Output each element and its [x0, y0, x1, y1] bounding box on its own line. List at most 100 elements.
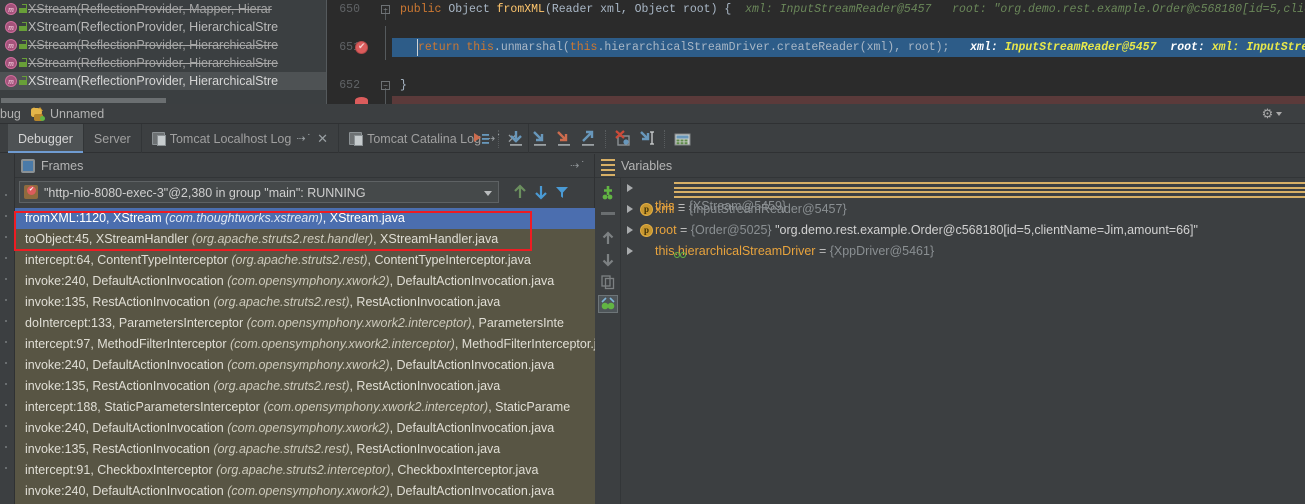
debug-tabs: Debugger Server Tomcat Localhost Log ⇢˙ …	[8, 124, 529, 153]
move-frame-down-button[interactable]	[532, 183, 550, 201]
chevron-down-icon	[484, 191, 492, 196]
tab-server[interactable]: Server	[84, 124, 142, 153]
evaluate-expression-icon[interactable]	[671, 128, 693, 150]
frame-row[interactable]: intercept:91, CheckboxInterceptor (org.a…	[15, 460, 595, 481]
frame-file: , RestActionInvocation.java	[349, 379, 500, 393]
show-execution-point-icon[interactable]	[470, 128, 492, 150]
lock-public-icon	[19, 22, 27, 31]
move-down-icon[interactable]	[600, 252, 616, 268]
frame-row[interactable]: intercept:188, StaticParametersIntercept…	[15, 397, 595, 418]
variables-toolbar	[595, 178, 621, 504]
expand-twisty-icon[interactable]	[627, 247, 633, 255]
frame-row[interactable]: invoke:240, DefaultActionInvocation (com…	[15, 418, 595, 439]
tab-tomcat-localhost-log[interactable]: Tomcat Localhost Log ⇢˙ ✕	[142, 124, 339, 153]
variables-list[interactable]: this = {XStream@5459} p xml = {InputStre…	[621, 178, 1305, 504]
completion-horizontal-scrollbar[interactable]	[0, 97, 327, 104]
expand-twisty-icon[interactable]	[627, 184, 633, 192]
code-editor[interactable]: 650 − public Object fromXML(Reader xml, …	[0, 0, 1305, 104]
expand-twisty-icon[interactable]	[627, 205, 633, 213]
step-into-icon[interactable]	[529, 128, 551, 150]
frame-method: intercept:188, StaticParametersIntercept…	[25, 400, 263, 414]
tab-debugger[interactable]: Debugger	[8, 124, 84, 153]
variable-string-value: "org.demo.rest.example.Order@c568180[id=…	[772, 223, 1198, 237]
drop-frame-icon[interactable]	[612, 128, 634, 150]
completion-item-selected[interactable]: m XStream(ReflectionProvider, Hierarchic…	[0, 72, 326, 90]
detach-tab-icon[interactable]: ⇢˙	[296, 132, 312, 146]
left-gutter-rail	[0, 154, 15, 504]
inspect-icon[interactable]	[598, 295, 618, 313]
code-completion-popup[interactable]: m XStream(ReflectionProvider, Mapper, Hi…	[0, 0, 327, 104]
variable-name: xml	[655, 202, 674, 216]
variable-row[interactable]: p root = {Order@5025} "org.demo.rest.exa…	[621, 220, 1305, 241]
frame-row[interactable]: invoke:240, DefaultActionInvocation (com…	[15, 271, 595, 292]
lock-public-icon	[19, 76, 27, 85]
frame-row[interactable]: intercept:64, ContentTypeInterceptor (or…	[15, 250, 595, 271]
frame-package: (com.opensymphony.xwork2)	[227, 421, 389, 435]
add-watch-icon[interactable]	[600, 184, 617, 201]
debug-titlebar: bug Unnamed ⚙	[0, 104, 1305, 124]
frame-method: doIntercept:133, ParametersInterceptor	[25, 316, 247, 330]
breakpoint-icon[interactable]	[355, 97, 368, 104]
filter-frames-button[interactable]	[553, 183, 571, 201]
force-step-into-icon[interactable]	[553, 128, 575, 150]
frame-row[interactable]: invoke:240, DefaultActionInvocation (com…	[15, 481, 595, 502]
frame-row[interactable]: invoke:135, RestActionInvocation (org.ap…	[15, 376, 595, 397]
tab-label: Server	[94, 132, 131, 146]
inline-debug-hint: xml: InputStreamReader@5457 root: "org.d…	[1212, 41, 1305, 54]
move-up-icon[interactable]	[600, 230, 616, 246]
expand-twisty-icon[interactable]	[627, 226, 633, 234]
completion-item[interactable]: m XStream(ReflectionProvider, Hierarchic…	[0, 54, 326, 72]
frame-row[interactable]: invoke:135, RestActionInvocation (org.ap…	[15, 439, 595, 460]
frame-method: invoke:240, DefaultActionInvocation	[25, 421, 227, 435]
object-icon	[674, 182, 1305, 198]
thread-suspended-icon	[24, 185, 38, 199]
remove-watch-icon[interactable]	[601, 212, 615, 215]
frame-package: (com.opensymphony.xwork2.interceptor)	[263, 400, 488, 414]
frame-method: intercept:91, CheckboxInterceptor	[25, 463, 216, 477]
completion-item[interactable]: m XStream(ReflectionProvider, Hierarchic…	[0, 36, 326, 54]
variable-row[interactable]: this = {XStream@5459}	[621, 178, 1305, 199]
run-to-cursor-icon[interactable]	[636, 128, 658, 150]
frames-panel-header: Frames ⇢˙	[15, 154, 594, 178]
frame-method: intercept:97, MethodFilterInterceptor	[25, 337, 230, 351]
frame-row[interactable]: toObject:45, XStreamHandler (org.apache.…	[15, 229, 595, 250]
settings-button[interactable]: ⚙	[1261, 106, 1287, 122]
step-over-icon[interactable]	[505, 128, 527, 150]
breakpoint-line-highlight	[392, 96, 1305, 104]
thread-label: "http-nio-8080-exec-3"@2,380 in group "m…	[44, 185, 366, 201]
frame-package: (org.apache.struts2.rest)	[213, 442, 349, 456]
variable-row[interactable]: this.hierarchicalStreamDriver = {XppDriv…	[621, 241, 1305, 262]
thread-select[interactable]: "http-nio-8080-exec-3"@2,380 in group "m…	[19, 181, 499, 203]
frame-row[interactable]: invoke:135, RestActionInvocation (org.ap…	[15, 292, 595, 313]
frame-package: (com.opensymphony.xwork2)	[227, 274, 389, 288]
inline-debug-hint: xml: InputStreamReader@5457 root: "org.d…	[745, 3, 1305, 16]
line-number: 650	[330, 0, 360, 19]
parameter-icon: p	[640, 203, 653, 216]
variable-value: {Order@5025}	[691, 223, 772, 237]
move-frame-up-button[interactable]	[511, 183, 529, 201]
frame-file: , CheckboxInterceptor.java	[390, 463, 538, 477]
fold-marker-icon[interactable]: −	[381, 81, 390, 90]
breakpoint-verified-icon[interactable]	[355, 41, 368, 54]
variable-row[interactable]: p xml = {InputStreamReader@5457}	[621, 199, 1305, 220]
copy-icon[interactable]	[600, 274, 616, 290]
code-line-text: }	[400, 76, 407, 95]
frame-row[interactable]: invoke:240, DefaultActionInvocation (com…	[15, 355, 595, 376]
frame-file: , DefaultActionInvocation.java	[390, 358, 555, 372]
frame-file: , DefaultActionInvocation.java	[390, 274, 555, 288]
frame-file: , MethodFilterInterceptor.java	[455, 337, 595, 351]
frames-panel: Frames ⇢˙ "http-nio-8080-exec-3"@2,380 i…	[15, 154, 595, 504]
fold-marker-icon[interactable]: −	[381, 5, 390, 14]
frames-list[interactable]: fromXML:1120, XStream (com.thoughtworks.…	[15, 208, 595, 504]
completion-item-label: XStream(ReflectionProvider, Hierarchical…	[28, 38, 278, 52]
frame-method: invoke:240, DefaultActionInvocation	[25, 358, 227, 372]
completion-item[interactable]: m XStream(ReflectionProvider, Hierarchic…	[0, 18, 326, 36]
variable-name: root	[655, 223, 677, 237]
step-out-icon[interactable]	[577, 128, 599, 150]
frame-row-selected[interactable]: fromXML:1120, XStream (com.thoughtworks.…	[15, 208, 595, 229]
close-tab-icon[interactable]: ✕	[317, 131, 328, 147]
detach-panel-icon[interactable]: ⇢˙	[570, 159, 586, 173]
completion-item[interactable]: m XStream(ReflectionProvider, Mapper, Hi…	[0, 0, 326, 18]
frame-row[interactable]: doIntercept:133, ParametersInterceptor (…	[15, 313, 595, 334]
frame-row[interactable]: intercept:97, MethodFilterInterceptor (c…	[15, 334, 595, 355]
